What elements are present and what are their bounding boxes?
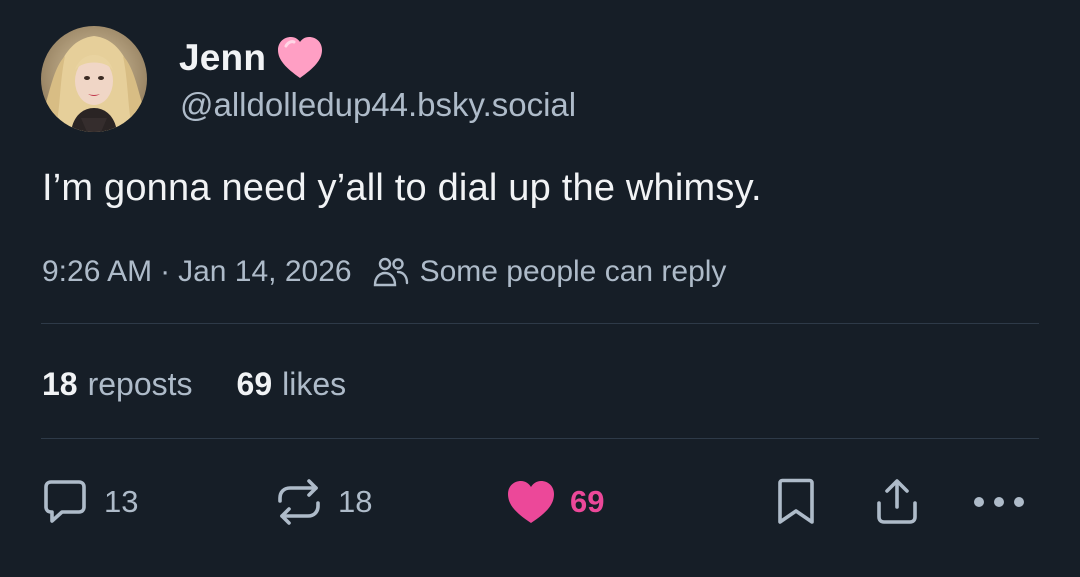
likes-label: likes <box>282 365 347 402</box>
like-button[interactable]: 69 <box>506 474 604 530</box>
post-text: I’m gonna need y’all to dial up the whim… <box>42 167 762 209</box>
reply-icon <box>44 480 86 523</box>
share-button[interactable] <box>874 474 920 530</box>
pink-heart-icon <box>276 36 324 80</box>
author-name-row: Jenn <box>179 34 324 82</box>
likes-count: 69 <box>236 365 273 402</box>
divider <box>41 438 1039 439</box>
display-name[interactable]: Jenn <box>179 37 266 79</box>
people-icon <box>372 255 410 289</box>
post-meta: 9:26 AM · Jan 14, 2026 Some people can r… <box>42 252 726 292</box>
post-date: Jan 14, 2026 <box>178 255 352 288</box>
post-stats: 18 reposts 69 likes <box>42 364 390 404</box>
divider <box>41 323 1039 324</box>
reposts-count: 18 <box>42 365 78 402</box>
like-count: 69 <box>570 484 605 519</box>
post-thread-view: Jenn @alldolledup44.bsky.social I’m gonn… <box>0 0 1080 577</box>
avatar[interactable] <box>41 26 147 132</box>
share-icon <box>877 479 917 524</box>
likes-stat[interactable]: 69 likes <box>237 366 347 403</box>
reposts-label: reposts <box>87 365 193 402</box>
repost-icon <box>278 479 320 525</box>
bookmark-button[interactable] <box>774 474 818 530</box>
more-options-button[interactable] <box>972 474 1026 530</box>
post-time: 9:26 AM <box>42 255 153 288</box>
reposts-stat[interactable]: 18 reposts <box>42 366 193 403</box>
repost-button[interactable]: 18 <box>274 474 372 530</box>
reply-restriction[interactable]: Some people can reply <box>420 255 727 289</box>
meta-separator: · <box>160 255 171 288</box>
ellipsis-icon <box>974 497 1024 507</box>
bookmark-icon <box>778 478 814 524</box>
reply-button[interactable]: 13 <box>40 474 138 530</box>
heart-icon <box>508 481 554 523</box>
post-actions: 13 18 69 <box>0 474 1080 530</box>
author-handle[interactable]: @alldolledup44.bsky.social <box>180 86 576 124</box>
reply-count: 13 <box>104 484 139 519</box>
repost-count: 18 <box>338 484 373 519</box>
